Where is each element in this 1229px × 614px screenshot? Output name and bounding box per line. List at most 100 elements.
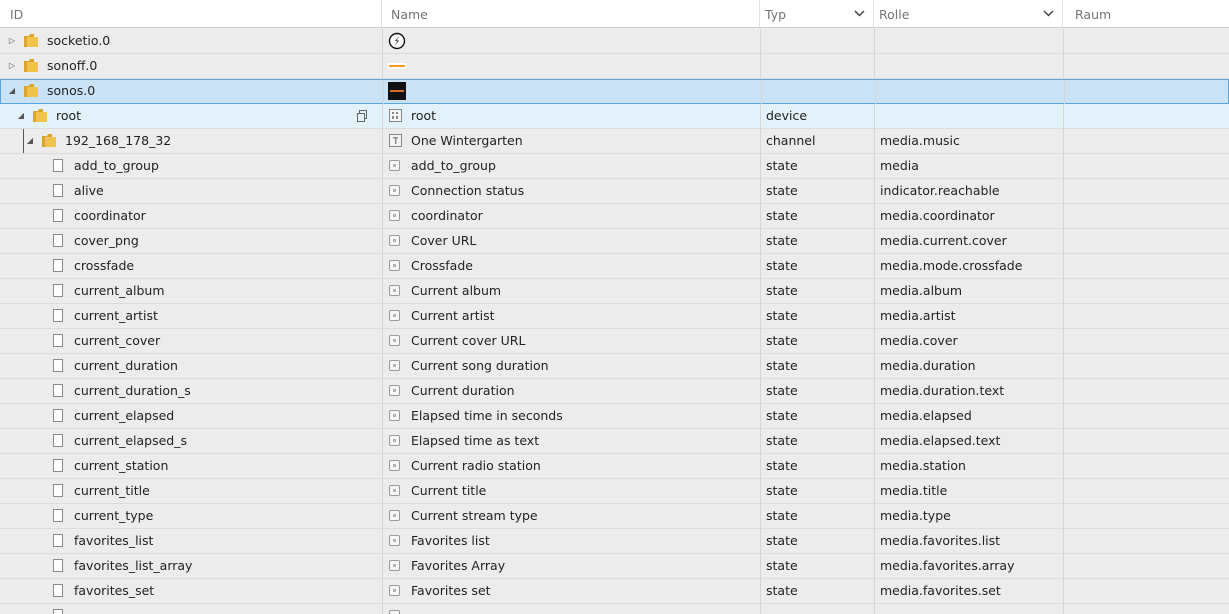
table-row[interactable]: ◢ root root device bbox=[0, 104, 1229, 129]
table-row[interactable]: favorites_list Favorites list state media.f… bbox=[0, 529, 1229, 554]
triangle-right-icon[interactable]: ▷ bbox=[7, 29, 17, 53]
typ-cell: state bbox=[760, 379, 873, 403]
object-name: Elapsed time in seconds bbox=[411, 408, 563, 423]
table-row[interactable]: ◢ sonos.0 bbox=[0, 79, 1229, 104]
typ-cell: state bbox=[760, 154, 873, 178]
folder-icon bbox=[24, 34, 38, 47]
rolle-cell: media.type bbox=[874, 504, 1062, 528]
sonoff-logo-icon bbox=[388, 63, 406, 69]
rolle-cell bbox=[874, 604, 1062, 614]
id-cell: current_station bbox=[0, 454, 381, 478]
state-icon bbox=[389, 335, 400, 346]
table-row[interactable]: ▷ sonoff.0 bbox=[0, 54, 1229, 79]
rolle-cell: media.favorites.set bbox=[874, 579, 1062, 603]
raum-cell bbox=[1063, 454, 1229, 478]
file-icon bbox=[53, 284, 63, 297]
table-row[interactable]: alive Connection status state indicator.rea… bbox=[0, 179, 1229, 204]
triangle-right-icon[interactable]: ▷ bbox=[7, 54, 17, 78]
table-row[interactable]: favorites_list_array Favorites Array state… bbox=[0, 554, 1229, 579]
id-cell: favorites_list bbox=[0, 529, 381, 553]
object-name: Favorites Array bbox=[411, 558, 506, 573]
table-row[interactable]: current_duration Current song duration sta… bbox=[0, 354, 1229, 379]
file-icon bbox=[53, 509, 63, 522]
object-id: favorites_list bbox=[74, 533, 154, 548]
table-row[interactable]: cover_png Cover URL state media.current.cov… bbox=[0, 229, 1229, 254]
device-icon bbox=[389, 109, 402, 122]
table-row[interactable]: current_title Current title state media.tit… bbox=[0, 479, 1229, 504]
name-cell: Favorites Array bbox=[382, 554, 760, 578]
typ-cell: state bbox=[760, 579, 873, 603]
table-row[interactable]: current_album Current album state media.alb… bbox=[0, 279, 1229, 304]
name-cell: Current radio station bbox=[382, 454, 760, 478]
folder-icon bbox=[33, 109, 47, 122]
table-row[interactable]: ▷ socketio.0 bbox=[0, 29, 1229, 54]
typ-cell bbox=[760, 604, 873, 614]
table-row[interactable]: current_station Current radio station stat… bbox=[0, 454, 1229, 479]
name-cell: Favorites list bbox=[382, 529, 760, 553]
folder-icon bbox=[42, 134, 56, 147]
typ-cell bbox=[760, 29, 873, 53]
id-cell: current_artist bbox=[0, 304, 381, 328]
column-header-typ[interactable]: Typ bbox=[760, 0, 874, 27]
object-id: add_to_group bbox=[74, 158, 159, 173]
raum-cell bbox=[1063, 279, 1229, 303]
table-row[interactable]: ◢ 192_168_178_32 One Wintergarten channe… bbox=[0, 129, 1229, 154]
object-id: current_duration bbox=[74, 358, 178, 373]
typ-cell: state bbox=[760, 404, 873, 428]
rolle-cell: media.title bbox=[874, 479, 1062, 503]
typ-cell: channel bbox=[760, 129, 873, 153]
table-row[interactable]: current_elapsed_s Elapsed time as text sta… bbox=[0, 429, 1229, 454]
table-row[interactable]: current_elapsed Elapsed time in seconds st… bbox=[0, 404, 1229, 429]
id-cell bbox=[0, 604, 381, 614]
triangle-down-icon[interactable]: ◢ bbox=[7, 80, 17, 103]
table-row[interactable]: add_to_group add_to_group state media bbox=[0, 154, 1229, 179]
typ-filter-chevron-down-icon[interactable] bbox=[854, 0, 865, 27]
table-row[interactable]: current_duration_s Current duration state m… bbox=[0, 379, 1229, 404]
raum-cell bbox=[1063, 229, 1229, 253]
typ-cell: state bbox=[760, 254, 873, 278]
state-icon bbox=[389, 585, 400, 596]
channel-icon bbox=[389, 134, 402, 147]
typ-cell: state bbox=[760, 179, 873, 203]
object-id: current_album bbox=[74, 283, 165, 298]
state-icon bbox=[389, 360, 400, 371]
table-row[interactable]: current_cover Current cover URL state media… bbox=[0, 329, 1229, 354]
table-row[interactable]: crossfade Crossfade state media.mode.crossf… bbox=[0, 254, 1229, 279]
name-cell: add_to_group bbox=[382, 154, 760, 178]
raum-cell bbox=[1063, 254, 1229, 278]
column-header-name[interactable]: Name bbox=[382, 0, 760, 27]
state-icon bbox=[389, 310, 400, 321]
state-icon bbox=[389, 210, 400, 221]
tree-line bbox=[23, 129, 24, 153]
table-row[interactable]: favorites_set Favorites set state media.fav… bbox=[0, 579, 1229, 604]
file-icon bbox=[53, 309, 63, 322]
table-row[interactable]: current_type Current stream type state medi… bbox=[0, 504, 1229, 529]
object-id: current_elapsed bbox=[74, 408, 175, 423]
column-header-rolle[interactable]: Rolle bbox=[874, 0, 1063, 27]
table-row-partial bbox=[0, 604, 1229, 614]
table-row[interactable]: coordinator coordinator state media.coordin… bbox=[0, 204, 1229, 229]
object-name: Favorites set bbox=[411, 583, 491, 598]
name-cell: coordinator bbox=[382, 204, 760, 228]
object-name: Current title bbox=[411, 483, 487, 498]
copy-icon[interactable] bbox=[356, 110, 368, 122]
name-cell: Current song duration bbox=[382, 354, 760, 378]
typ-cell: state bbox=[760, 229, 873, 253]
object-id: current_type bbox=[74, 508, 154, 523]
file-icon bbox=[53, 409, 63, 422]
rolle-cell bbox=[874, 54, 1062, 78]
raum-cell bbox=[1063, 354, 1229, 378]
table-header: ID Name Typ Rolle Raum bbox=[0, 0, 1229, 28]
typ-cell bbox=[761, 80, 874, 104]
name-cell: Current album bbox=[382, 279, 760, 303]
name-cell: Connection status bbox=[382, 179, 760, 203]
triangle-down-icon[interactable]: ◢ bbox=[16, 104, 26, 128]
column-header-raum[interactable]: Raum bbox=[1063, 0, 1229, 27]
column-header-id[interactable]: ID bbox=[0, 0, 382, 27]
rolle-cell: media.album bbox=[874, 279, 1062, 303]
column-header-raum-label: Raum bbox=[1075, 7, 1112, 22]
table-row[interactable]: current_artist Current artist state media.a… bbox=[0, 304, 1229, 329]
raum-cell bbox=[1063, 304, 1229, 328]
triangle-down-icon[interactable]: ◢ bbox=[25, 129, 35, 153]
rolle-filter-chevron-down-icon[interactable] bbox=[1043, 0, 1054, 27]
